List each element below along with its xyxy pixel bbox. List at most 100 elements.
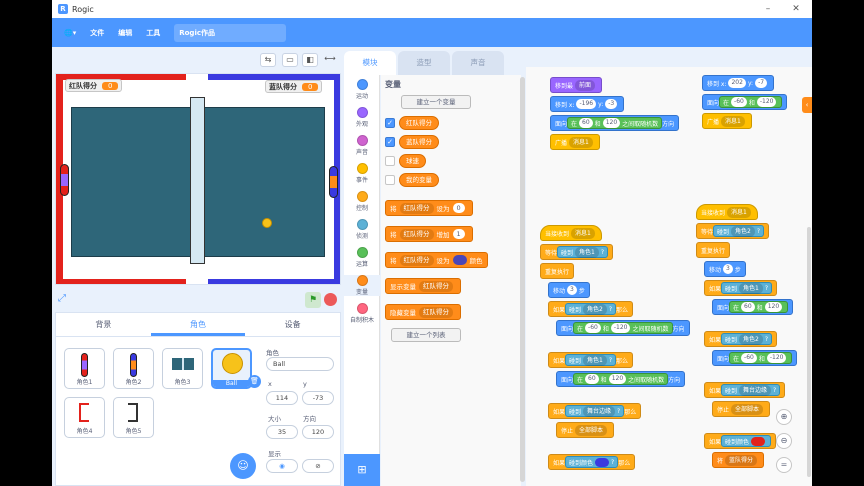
sprite-tile-3[interactable]: 角色3 <box>162 348 203 389</box>
menu-tools[interactable]: 工具 <box>146 28 160 38</box>
block-point-random-2[interactable]: 面向在 -60 和 -120 <box>702 94 788 110</box>
show-visible-toggle[interactable]: ◉ <box>266 459 298 473</box>
block-point-random-5[interactable]: 面向在 60 和 120 <box>712 299 794 315</box>
block-set-var-blue[interactable]: 将蓝队得分 <box>712 452 765 468</box>
category-sensing[interactable]: 侦测 <box>344 219 380 240</box>
block-change-var[interactable]: 将红队得分 增加 1 <box>385 226 473 242</box>
block-broadcast-2[interactable]: 广播 消息1 <box>702 113 752 129</box>
zoom-out-icon[interactable]: ⊖ <box>776 433 792 449</box>
sprite-tile-1[interactable]: 角色1 <box>64 348 105 389</box>
tab-sprites[interactable]: 角色 <box>150 313 246 336</box>
category-motion[interactable]: 运动 <box>344 79 380 100</box>
block-stop-all[interactable]: 停止 全部脚本 <box>556 422 615 438</box>
close-button[interactable]: ✕ <box>782 0 810 18</box>
category-looks[interactable]: 外观 <box>344 107 380 128</box>
block-goto-xy-2[interactable]: 移到 x: 202 y: -7 <box>702 75 775 91</box>
large-stage-icon[interactable]: ◧ <box>302 53 318 67</box>
block-point-random[interactable]: 面向在 60 和 120 之间取随机数 方向 <box>550 115 680 131</box>
ball-sprite[interactable] <box>262 218 272 228</box>
block-broadcast[interactable]: 广播 消息1 <box>550 134 600 150</box>
tab-code[interactable]: 模块 <box>344 51 396 75</box>
var-reporter-red[interactable]: 红队得分 <box>399 116 439 130</box>
block-move-steps-2[interactable]: 移动 3 步 <box>704 261 746 277</box>
add-sprite-button[interactable]: ☺ <box>230 453 256 479</box>
sprite-tile-ball[interactable]: Ball <box>211 348 252 389</box>
add-extension-button[interactable]: ⊞ <box>344 454 380 486</box>
category-events[interactable]: 事件 <box>344 163 380 184</box>
block-hide-var[interactable]: 隐藏变量 红队得分 <box>385 304 461 320</box>
var-reporter-my[interactable]: 我的变量 <box>399 173 439 187</box>
var-reporter-blue[interactable]: 蓝队得分 <box>399 135 439 149</box>
block-wait-until-2[interactable]: 等待 碰到 角色2? <box>696 223 770 239</box>
sprite-tile-5[interactable]: 角色5 <box>113 397 154 438</box>
var-checkbox-blue[interactable]: ✓ <box>385 137 395 147</box>
tab-backdrop[interactable]: 背景 <box>56 313 151 336</box>
block-if-edge[interactable]: 如果 碰到 舞台边缘? 那么 <box>548 403 642 419</box>
paddle-right[interactable] <box>329 166 338 198</box>
minimize-button[interactable]: – <box>754 0 782 18</box>
make-list-button[interactable]: 建立一个列表 <box>391 328 461 342</box>
stage-arrange-icon[interactable]: ⇆ <box>260 53 276 67</box>
palette-scrollbar[interactable] <box>520 77 525 482</box>
block-set-color[interactable]: 将红队得分 设为 颜色 <box>385 252 488 268</box>
category-my-blocks[interactable]: 自制积木 <box>344 303 380 324</box>
fullscreen-icon[interactable]: ⤢ <box>58 293 66 304</box>
category-operators[interactable]: 运算 <box>344 247 380 268</box>
block-move-steps[interactable]: 移动 3 步 <box>548 282 590 298</box>
category-sound[interactable]: 声音 <box>344 135 380 156</box>
sprite-tile-2[interactable]: 角色2 <box>113 348 154 389</box>
make-variable-button[interactable]: 建立一个变量 <box>401 95 471 109</box>
language-menu-icon[interactable]: 🌐▾ <box>64 29 76 37</box>
block-if-touch-sprite2[interactable]: 如果 碰到 角色2? 那么 <box>548 301 634 317</box>
block-wait-until[interactable]: 等待 碰到 角色1? <box>540 244 614 260</box>
block-when-receive[interactable]: 当接收到 消息1 <box>540 225 602 241</box>
size-field[interactable]: 35 <box>266 425 298 439</box>
sprite-name-field[interactable]: Ball <box>266 357 334 371</box>
block-goto-front[interactable]: 移到最 前面 <box>550 77 603 93</box>
stop-button[interactable] <box>324 293 337 306</box>
var-reporter-speed[interactable]: 球速 <box>399 154 426 168</box>
tab-devices[interactable]: 设备 <box>245 313 340 336</box>
tab-sounds[interactable]: 声音 <box>452 51 504 75</box>
block-stop-all-2[interactable]: 停止 全部脚本 <box>712 401 771 417</box>
var-checkbox-red[interactable]: ✓ <box>385 118 395 128</box>
direction-field[interactable]: 120 <box>302 425 334 439</box>
x-field[interactable]: 114 <box>266 391 298 405</box>
block-if-touch-sprite1-2[interactable]: 如果 碰到 角色1? <box>704 280 778 296</box>
script-scrollbar[interactable] <box>807 227 811 477</box>
block-if-edge-2[interactable]: 如果 碰到 舞台边缘? <box>704 382 786 398</box>
small-stage-icon[interactable]: ▭ <box>282 53 298 67</box>
zoom-reset-icon[interactable]: = <box>776 457 792 473</box>
stage-canvas[interactable]: 红队得分 0 蓝队得分 0 <box>55 73 341 285</box>
block-if-touch-color-2[interactable]: 如果 碰到颜色 <box>704 433 777 449</box>
block-if-touch-color[interactable]: 如果 碰到颜色? 那么 <box>548 454 636 470</box>
menu-edit[interactable]: 编辑 <box>118 28 132 38</box>
y-field[interactable]: -73 <box>302 391 334 405</box>
code-collapse-icon[interactable]: ‹ <box>802 97 812 113</box>
block-show-var[interactable]: 显示变量 红队得分 <box>385 278 461 294</box>
hide-toggle[interactable]: ⊘ <box>302 459 334 473</box>
zoom-in-icon[interactable]: ⊕ <box>776 409 792 425</box>
project-name-input[interactable]: Rogic作品 <box>174 23 287 42</box>
block-point-random-4[interactable]: 面向在 60 和 120 之间取随机数 方向 <box>556 371 686 387</box>
script-area[interactable]: 移到最 前面 移到 x: -196 y: -3 面向在 60 和 120 之间取随机数 方向 广播… <box>526 67 812 486</box>
tab-costumes[interactable]: 造型 <box>398 51 450 75</box>
paddle-left[interactable] <box>60 164 69 196</box>
category-variables[interactable]: 变量 <box>344 275 380 296</box>
sprite-tile-4[interactable]: 角色4 <box>64 397 105 438</box>
menu-file[interactable]: 文件 <box>90 28 104 38</box>
block-forever-2[interactable]: 重复执行 <box>696 242 731 258</box>
block-point-random-6[interactable]: 面向在 -60 和 -120 <box>712 350 798 366</box>
category-control[interactable]: 控制 <box>344 191 380 212</box>
block-point-random-3[interactable]: 面向在 -60 和 -120 之间取随机数 方向 <box>556 320 690 336</box>
block-forever[interactable]: 重复执行 <box>540 263 575 279</box>
var-checkbox-speed[interactable] <box>385 156 395 166</box>
block-goto-xy[interactable]: 移到 x: -196 y: -3 <box>550 96 625 112</box>
green-flag-button[interactable]: ⚑ <box>305 292 321 308</box>
block-if-touch-sprite1[interactable]: 如果 碰到 角色1? 那么 <box>548 352 634 368</box>
block-if-touch-sprite2-2[interactable]: 如果 碰到 角色2? <box>704 331 778 347</box>
delete-sprite-icon[interactable]: 🗑 <box>248 375 261 388</box>
block-when-receive-2[interactable]: 当接收到 消息1 <box>696 204 758 220</box>
var-checkbox-my[interactable] <box>385 175 395 185</box>
resize-icon[interactable]: ⟷ <box>322 53 338 67</box>
